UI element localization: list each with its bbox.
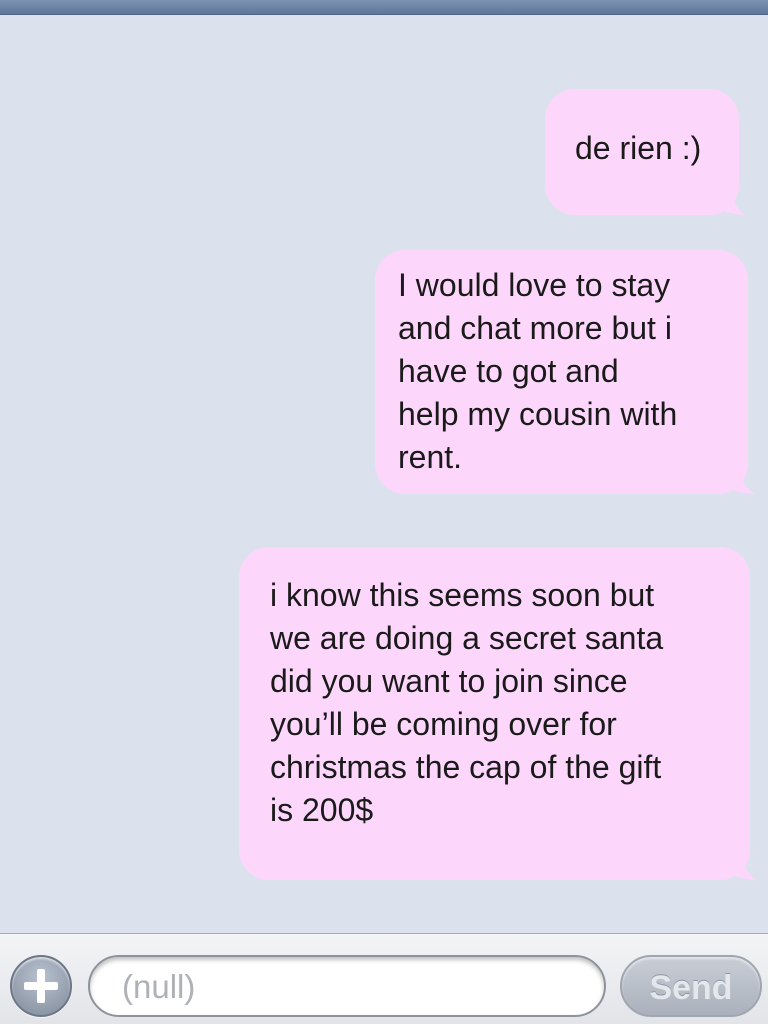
message-line: you’ll be coming over for	[270, 706, 617, 742]
message-line: we are doing a secret santa	[270, 620, 664, 656]
message-input[interactable]: (null)	[88, 955, 606, 1017]
plus-icon	[24, 969, 58, 1003]
message-line: and chat more but i	[398, 310, 672, 346]
message-line: I would love to stay	[398, 267, 671, 303]
message-line: is 200$	[270, 792, 374, 828]
send-button[interactable]: Send	[620, 955, 762, 1017]
message-line: i know this seems soon but	[270, 577, 655, 613]
composer-bar: (null) Send	[0, 933, 768, 1024]
message-bubble[interactable]: de rien :)	[545, 89, 746, 215]
message-line: help my cousin with	[398, 396, 678, 432]
message-input-placeholder: (null)	[122, 968, 196, 1005]
message-line: did you want to join since	[270, 663, 628, 699]
message-text: i know this seems soon but we are doing …	[270, 574, 740, 832]
message-bubble[interactable]: I would love to stay and chat more but i…	[375, 250, 755, 494]
send-button-label: Send	[649, 969, 733, 1007]
bubble-tail	[719, 841, 757, 880]
message-text: I would love to stay and chat more but i…	[398, 264, 738, 479]
message-bubble[interactable]: i know this seems soon but we are doing …	[239, 547, 757, 880]
message-line: rent.	[398, 439, 463, 475]
message-text: de rien :)	[575, 130, 702, 166]
bubble-tail	[708, 176, 746, 215]
message-line: christmas the cap of the gift	[270, 749, 662, 785]
message-thread[interactable]: de rien :) I would love to stay and chat…	[0, 15, 768, 933]
status-bar	[0, 0, 768, 15]
add-attachment-button[interactable]	[10, 955, 72, 1017]
message-line: have to got and	[398, 353, 619, 389]
